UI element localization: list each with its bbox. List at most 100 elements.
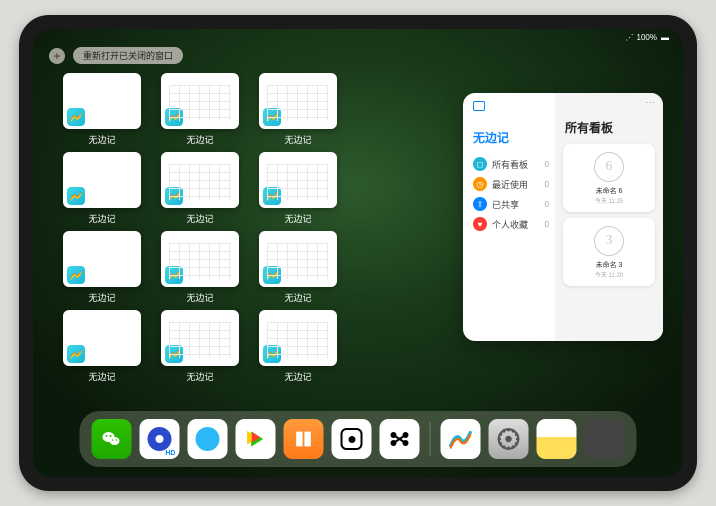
category-list: ◻ 所有看板 0◷ 最近使用 0⇪ 已共享 0♥ 个人收藏 0 <box>471 154 555 234</box>
dock: HD <box>80 411 637 467</box>
freeform-app-icon <box>165 108 183 126</box>
dock-folder-icon[interactable] <box>585 419 625 459</box>
window-label: 无边记 <box>88 291 115 304</box>
freeform-app-icon <box>263 108 281 126</box>
category-item[interactable]: ♥ 个人收藏 0 <box>471 214 555 234</box>
window-grid: 无边记 无边记 无边记 无边记 无边记 <box>63 73 337 383</box>
window-label: 无边记 <box>284 133 311 146</box>
hd-badge: HD <box>165 450 175 457</box>
dock-video-icon[interactable] <box>236 419 276 459</box>
category-icon: ♥ <box>473 217 487 231</box>
window-thumbnail[interactable]: 无边记 <box>161 152 239 225</box>
dock-qqblue-icon[interactable]: HD <box>140 419 180 459</box>
freeform-app-icon <box>263 266 281 284</box>
window-thumbnail[interactable]: 无边记 <box>161 310 239 383</box>
board-thumbnail: 3 <box>594 226 624 256</box>
window-preview <box>63 152 141 208</box>
dock-separator <box>430 422 431 456</box>
category-label: 最近使用 <box>492 178 528 191</box>
window-thumbnail[interactable]: 无边记 <box>63 231 141 304</box>
window-preview <box>161 231 239 287</box>
category-label: 所有看板 <box>492 158 528 171</box>
category-item[interactable]: ⇪ 已共享 0 <box>471 194 555 214</box>
window-label: 无边记 <box>88 370 115 383</box>
dock-books-icon[interactable] <box>284 419 324 459</box>
window-preview <box>259 73 337 129</box>
category-count: 0 <box>545 220 553 229</box>
category-label: 个人收藏 <box>492 218 528 231</box>
dock-wechat-icon[interactable] <box>92 419 132 459</box>
window-preview <box>63 231 141 287</box>
freeform-app-icon <box>67 108 85 126</box>
window-label: 无边记 <box>186 212 213 225</box>
window-preview <box>259 310 337 366</box>
board-card[interactable]: 6 未命名 6 今天 11:25 <box>563 144 655 212</box>
board-subtitle: 今天 11:25 <box>595 196 623 205</box>
window-preview <box>63 73 141 129</box>
dock-qqlight-icon[interactable] <box>188 419 228 459</box>
window-label: 无边记 <box>88 133 115 146</box>
window-thumbnail[interactable]: 无边记 <box>63 152 141 225</box>
window-thumbnail[interactable]: 无边记 <box>63 73 141 146</box>
freeform-app-icon <box>263 187 281 205</box>
board-title: 未命名 3 <box>596 260 623 270</box>
freeform-app-icon <box>263 345 281 363</box>
window-thumbnail[interactable]: 无边记 <box>259 231 337 304</box>
freeform-app-icon <box>165 266 183 284</box>
freeform-app-icon <box>165 187 183 205</box>
status-bar: ⋰ 100% ▬ <box>33 29 683 45</box>
wifi-icon: ⋰ <box>626 33 633 42</box>
window-label: 无边记 <box>284 291 311 304</box>
board-thumbnail: 6 <box>594 152 624 182</box>
board-card[interactable]: 3 未命名 3 今天 11:20 <box>563 218 655 286</box>
freeform-app-icon <box>67 266 85 284</box>
window-label: 无边记 <box>284 370 311 383</box>
window-thumbnail[interactable]: 无边记 <box>63 310 141 383</box>
category-count: 0 <box>545 200 553 209</box>
freeform-app-icon <box>165 345 183 363</box>
window-label: 无边记 <box>186 133 213 146</box>
category-item[interactable]: ◷ 最近使用 0 <box>471 174 555 194</box>
window-preview <box>259 231 337 287</box>
category-count: 0 <box>545 160 553 169</box>
category-icon: ◷ <box>473 177 487 191</box>
sidebar-toggle-icon[interactable] <box>473 101 485 111</box>
dock-bowtie-icon[interactable] <box>380 419 420 459</box>
window-label: 无边记 <box>284 212 311 225</box>
float-right-title: 所有看板 <box>565 119 655 136</box>
window-preview <box>161 310 239 366</box>
window-thumbnail[interactable]: 无边记 <box>259 73 337 146</box>
add-button[interactable]: + <box>49 48 65 64</box>
ipad-frame: ⋰ 100% ▬ + 重新打开已关闭的窗口 无边记 无边记 无边记 <box>19 15 697 491</box>
top-bar: + 重新打开已关闭的窗口 <box>49 47 183 64</box>
window-thumbnail[interactable]: 无边记 <box>259 310 337 383</box>
float-left-title: 无边记 <box>473 129 555 146</box>
screen: ⋰ 100% ▬ + 重新打开已关闭的窗口 无边记 无边记 无边记 <box>33 29 683 477</box>
category-icon: ◻ <box>473 157 487 171</box>
window-thumbnail[interactable]: 无边记 <box>161 73 239 146</box>
window-preview <box>161 73 239 129</box>
dock-settings-icon[interactable] <box>489 419 529 459</box>
window-label: 无边记 <box>88 212 115 225</box>
battery-icon: ▬ <box>661 33 669 42</box>
window-thumbnail[interactable]: 无边记 <box>161 231 239 304</box>
float-content: 所有看板 6 未命名 6 今天 11:253 未命名 3 今天 11:20 <box>555 93 663 341</box>
window-thumbnail[interactable]: 无边记 <box>259 152 337 225</box>
float-sidebar: 无边记 ◻ 所有看板 0◷ 最近使用 0⇪ 已共享 0♥ 个人收藏 0 <box>463 93 555 341</box>
category-count: 0 <box>545 180 553 189</box>
dock-notes-icon[interactable] <box>537 419 577 459</box>
board-title: 未命名 6 <box>596 186 623 196</box>
category-icon: ⇪ <box>473 197 487 211</box>
dock-dot-icon[interactable] <box>332 419 372 459</box>
category-label: 已共享 <box>492 198 519 211</box>
window-preview <box>63 310 141 366</box>
category-item[interactable]: ◻ 所有看板 0 <box>471 154 555 174</box>
window-preview <box>161 152 239 208</box>
freeform-app-icon <box>67 345 85 363</box>
float-window[interactable]: ··· 无边记 ◻ 所有看板 0◷ 最近使用 0⇪ 已共享 0♥ 个人收藏 0 … <box>463 93 663 341</box>
dock-freeform-icon[interactable] <box>441 419 481 459</box>
window-label: 无边记 <box>186 370 213 383</box>
window-label: 无边记 <box>186 291 213 304</box>
more-icon[interactable]: ··· <box>645 97 655 108</box>
reopen-closed-window-pill[interactable]: 重新打开已关闭的窗口 <box>73 47 183 64</box>
